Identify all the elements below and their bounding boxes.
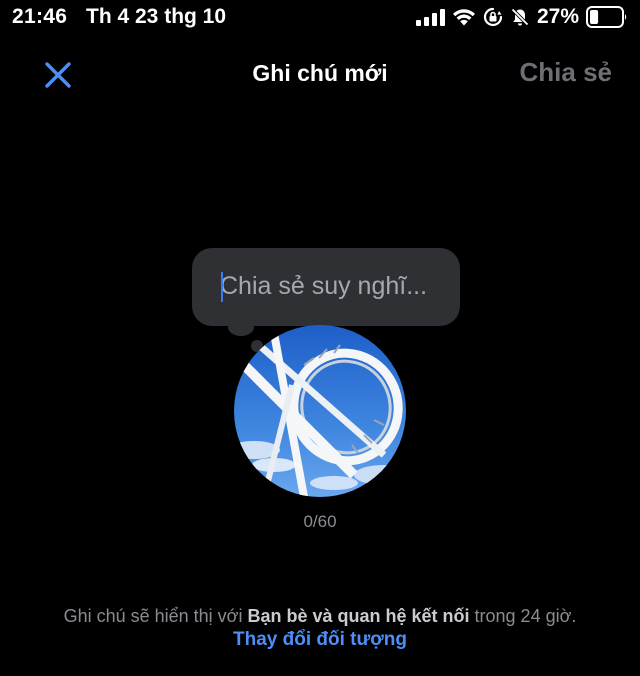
- avatar: [234, 325, 406, 497]
- visibility-notice: Ghi chú sẽ hiển thị với Bạn bè và quan h…: [0, 606, 640, 627]
- bubble-tail: [228, 318, 254, 336]
- status-date: Th 4 23 thg 10: [86, 5, 227, 28]
- note-input[interactable]: [220, 272, 450, 301]
- battery-percent: 27%: [536, 5, 579, 28]
- status-time: 21:46: [12, 5, 68, 28]
- silent-icon: [511, 8, 529, 26]
- avatar-photo: [234, 325, 406, 497]
- wifi-icon: [452, 9, 475, 26]
- text-caret: [221, 272, 223, 302]
- audience-label: Bạn bè và quan hệ kết nối: [247, 606, 470, 626]
- visibility-prefix: Ghi chú sẽ hiển thị với: [63, 606, 248, 626]
- note-bubble: [192, 248, 460, 326]
- change-audience-link[interactable]: Thay đổi đối tượng: [233, 629, 407, 650]
- lock-rotation-icon: [483, 7, 503, 27]
- character-counter: 0/60: [303, 512, 337, 531]
- status-indicators: 27%: [415, 5, 628, 29]
- header: Ghi chú mới Chia sẻ: [0, 48, 640, 98]
- share-button[interactable]: Chia sẻ: [520, 57, 613, 88]
- status-bar: 21:46 Th 4 23 thg 10 27%: [0, 0, 640, 34]
- signal-icon: [415, 8, 445, 26]
- visibility-suffix: trong 24 giờ.: [469, 606, 577, 626]
- change-audience-container: Thay đổi đối tượng: [0, 629, 640, 651]
- battery-icon: [586, 6, 627, 28]
